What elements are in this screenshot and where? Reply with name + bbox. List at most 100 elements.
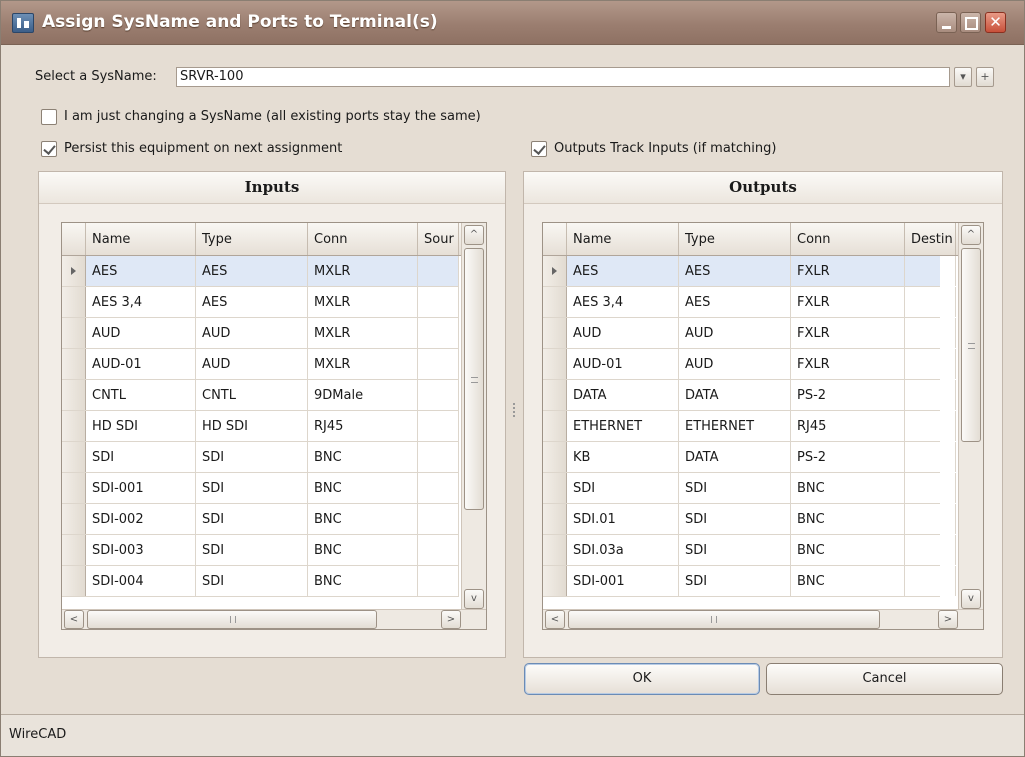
table-row[interactable]: SDI-001 SDI BNC [543,566,956,597]
table-row[interactable]: AES AES MXLR [62,256,459,287]
row-header[interactable] [62,504,86,534]
table-cell[interactable] [905,535,956,565]
row-header[interactable] [543,535,567,565]
table-row[interactable]: SDI-001 SDI BNC [62,473,459,504]
column-header[interactable]: Conn [308,223,418,255]
row-header[interactable] [62,442,86,472]
table-row[interactable]: SDI-003 SDI BNC [62,535,459,566]
minimize-button[interactable] [936,12,957,33]
table-cell[interactable]: PS-2 [791,442,905,472]
table-row[interactable]: AES 3,4 AES FXLR [543,287,956,318]
table-cell[interactable]: AUD-01 [567,349,679,379]
table-cell[interactable]: AES [679,256,791,286]
row-header[interactable] [62,380,86,410]
table-cell[interactable]: BNC [791,504,905,534]
table-cell[interactable]: SDI-002 [86,504,196,534]
table-row[interactable]: AES AES FXLR [543,256,956,287]
table-cell[interactable]: BNC [308,442,418,472]
table-row[interactable]: SDI SDI BNC [62,442,459,473]
table-cell[interactable]: AES 3,4 [567,287,679,317]
table-cell[interactable] [418,442,459,472]
scroll-thumb[interactable] [464,248,484,510]
table-cell[interactable]: RJ45 [308,411,418,441]
scroll-thumb[interactable] [568,610,880,629]
column-header[interactable]: Destin [905,223,956,255]
table-row[interactable]: SDI.01 SDI BNC [543,504,956,535]
outputs-grid[interactable]: Name Type Conn Destin AES AES FXLR AES 3,4 A… [542,222,984,630]
row-header[interactable] [543,287,567,317]
table-cell[interactable]: SDI-001 [86,473,196,503]
column-header[interactable]: Type [679,223,791,255]
table-cell[interactable]: AES [196,256,308,286]
row-header[interactable] [62,473,86,503]
table-cell[interactable]: 9DMale [308,380,418,410]
table-cell[interactable]: SDI [679,535,791,565]
row-header[interactable] [62,411,86,441]
table-cell[interactable]: RJ45 [791,411,905,441]
close-button[interactable]: ✕ [985,12,1006,33]
row-header[interactable] [543,380,567,410]
maximize-button[interactable] [960,12,981,33]
table-cell[interactable]: SDI.01 [567,504,679,534]
table-cell[interactable]: SDI [196,566,308,596]
table-cell[interactable]: BNC [308,473,418,503]
table-row[interactable]: SDI SDI BNC [543,473,956,504]
scroll-down-button[interactable]: v [961,589,981,609]
title-bar[interactable]: Assign SysName and Ports to Terminal(s) … [1,1,1024,45]
table-cell[interactable]: SDI.03a [567,535,679,565]
table-cell[interactable]: AES 3,4 [86,287,196,317]
table-cell[interactable]: FXLR [791,287,905,317]
table-cell[interactable]: FXLR [791,318,905,348]
table-cell[interactable] [418,504,459,534]
sysname-add-button[interactable]: + [976,67,994,87]
table-cell[interactable]: MXLR [308,256,418,286]
table-row[interactable]: SDI-004 SDI BNC [62,566,459,597]
row-header[interactable] [62,535,86,565]
outputs-horizontal-scrollbar[interactable]: < > [543,609,983,629]
table-cell[interactable] [418,287,459,317]
sysname-combo[interactable]: SRVR-100 [176,67,950,87]
table-cell[interactable] [418,380,459,410]
table-cell[interactable]: AUD [679,318,791,348]
table-row[interactable]: CNTL CNTL 9DMale [62,380,459,411]
table-cell[interactable] [418,256,459,286]
table-row[interactable]: AES 3,4 AES MXLR [62,287,459,318]
table-cell[interactable]: SDI [679,566,791,596]
table-cell[interactable]: AES [196,287,308,317]
table-cell[interactable] [418,566,459,596]
table-cell[interactable]: SDI [679,473,791,503]
table-row[interactable]: ETHERNET ETHERNET RJ45 [543,411,956,442]
row-header[interactable] [62,287,86,317]
table-cell[interactable]: PS-2 [791,380,905,410]
table-cell[interactable]: KB [567,442,679,472]
scroll-down-button[interactable]: v [464,589,484,609]
table-cell[interactable]: HD SDI [86,411,196,441]
table-cell[interactable] [418,411,459,441]
table-cell[interactable] [905,566,956,596]
row-header[interactable] [543,318,567,348]
table-cell[interactable]: MXLR [308,287,418,317]
table-cell[interactable]: FXLR [791,256,905,286]
table-cell[interactable]: ETHERNET [679,411,791,441]
panel-splitter[interactable] [509,171,519,658]
outputs-vertical-scrollbar[interactable]: ^ v [958,223,983,611]
table-cell[interactable]: HD SDI [196,411,308,441]
scroll-left-button[interactable]: < [64,610,84,629]
table-cell[interactable]: BNC [791,535,905,565]
table-row[interactable]: AUD-01 AUD FXLR [543,349,956,380]
table-row[interactable]: AUD AUD FXLR [543,318,956,349]
table-cell[interactable]: AUD [567,318,679,348]
inputs-horizontal-scrollbar[interactable]: < > [62,609,486,629]
table-row[interactable]: SDI.03a SDI BNC [543,535,956,566]
table-cell[interactable]: AUD [679,349,791,379]
column-header[interactable]: Name [567,223,679,255]
ok-button[interactable]: OK [524,663,760,695]
row-header[interactable] [62,566,86,596]
table-cell[interactable]: AES [86,256,196,286]
table-cell[interactable] [418,473,459,503]
table-cell[interactable]: DATA [567,380,679,410]
table-cell[interactable]: BNC [791,566,905,596]
table-cell[interactable]: SDI [567,473,679,503]
table-cell[interactable]: AES [567,256,679,286]
row-header[interactable] [543,349,567,379]
